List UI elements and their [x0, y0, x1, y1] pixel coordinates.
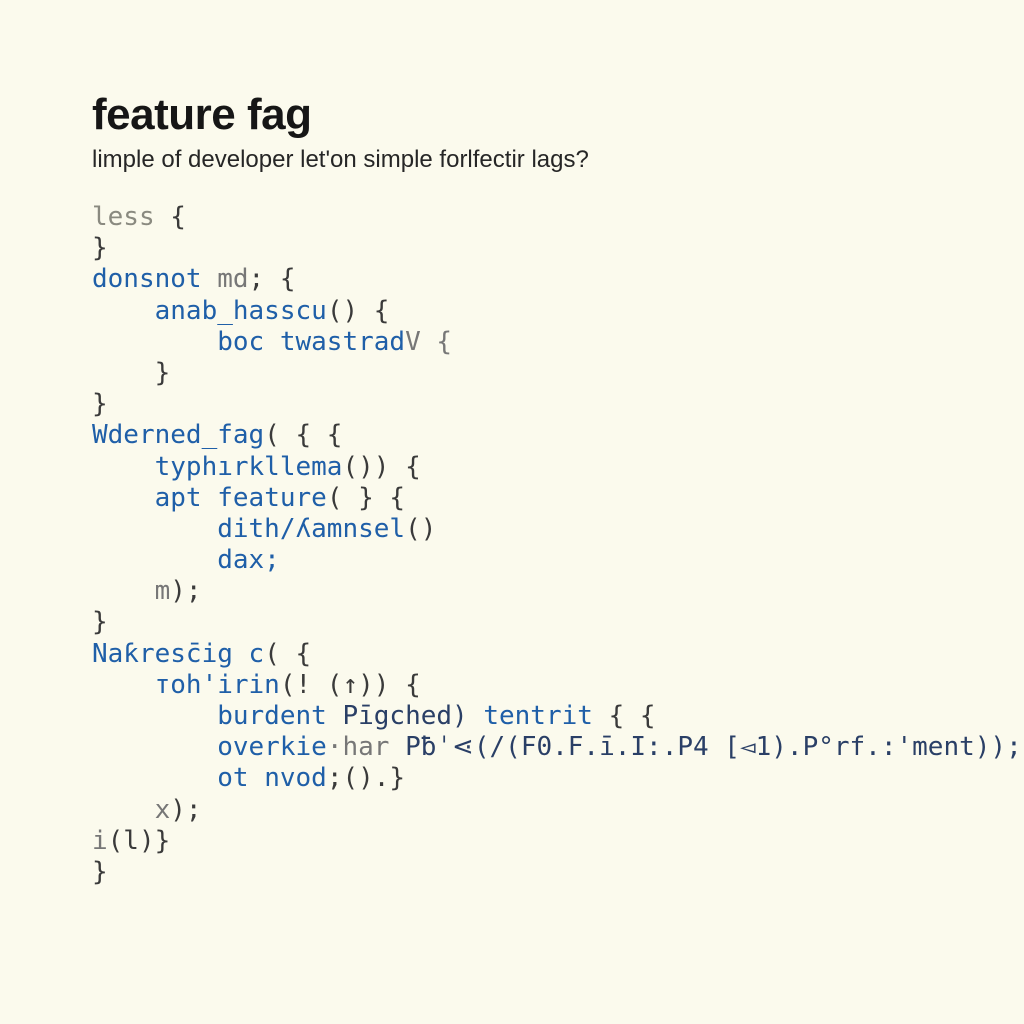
- code-token: Naƙresc̄ig c: [92, 639, 264, 669]
- code-token: Wderned_fag: [92, 420, 264, 450]
- code-token: anab_hasscu: [92, 296, 327, 326]
- code-punc: ( { {: [264, 420, 342, 450]
- code-token: F0.F.ī.I:.P4 [◅1).P°rf.:'ment));: [521, 732, 1022, 762]
- code-punc: (! (↑)) {: [280, 670, 421, 700]
- code-punc: );: [170, 576, 201, 606]
- code-token: feature: [217, 483, 327, 513]
- code-token: Pīgched): [342, 701, 483, 731]
- code-token: tentrit: [483, 701, 593, 731]
- code-token: apt: [92, 483, 217, 513]
- code-punc: ()) {: [342, 452, 420, 482]
- code-token: ot: [92, 763, 264, 793]
- code-punc: }: [92, 857, 108, 887]
- code-punc: }: [92, 358, 170, 388]
- code-token: V {: [405, 327, 452, 357]
- code-token: Pƀˈ⋖(/(: [405, 732, 521, 762]
- code-token: less: [92, 202, 155, 232]
- page-subtitle: limple of developer let'on simple forlfe…: [92, 146, 934, 174]
- code-token: dith/ʎamnsel: [92, 514, 405, 544]
- code-punc: { {: [593, 701, 656, 731]
- code-punc: (l)}: [108, 826, 171, 856]
- code-punc: }: [92, 233, 108, 263]
- code-token: dax;: [92, 545, 280, 575]
- code-punc: () {: [327, 296, 390, 326]
- code-token: burdent: [92, 701, 342, 731]
- code-token: nvod: [264, 763, 327, 793]
- code-token: donsnot: [92, 264, 217, 294]
- code-punc: {: [155, 202, 186, 232]
- code-token: boc: [92, 327, 280, 357]
- code-punc: (): [405, 514, 436, 544]
- code-token: md: [217, 264, 248, 294]
- code-token: overkie: [92, 732, 327, 762]
- code-punc: ;().}: [327, 763, 405, 793]
- code-token: typhırkllema: [92, 452, 342, 482]
- code-punc: ( {: [264, 639, 311, 669]
- code-token: ·har: [327, 732, 405, 762]
- code-punc: );: [170, 795, 201, 825]
- code-block: less { } donsnot md; { anab_hasscu() { b…: [92, 202, 934, 888]
- code-token: i: [92, 826, 108, 856]
- page-title: feature fag: [92, 90, 934, 140]
- document-page: feature fag limple of developer let'on s…: [0, 0, 1024, 888]
- code-punc: ( } {: [327, 483, 405, 513]
- code-punc: }: [92, 607, 108, 637]
- code-token: twastrad: [280, 327, 405, 357]
- code-token: m: [92, 576, 170, 606]
- code-punc: ; {: [249, 264, 296, 294]
- code-punc: }: [92, 389, 108, 419]
- code-token: x: [92, 795, 170, 825]
- code-token: тoh'irin: [92, 670, 280, 700]
